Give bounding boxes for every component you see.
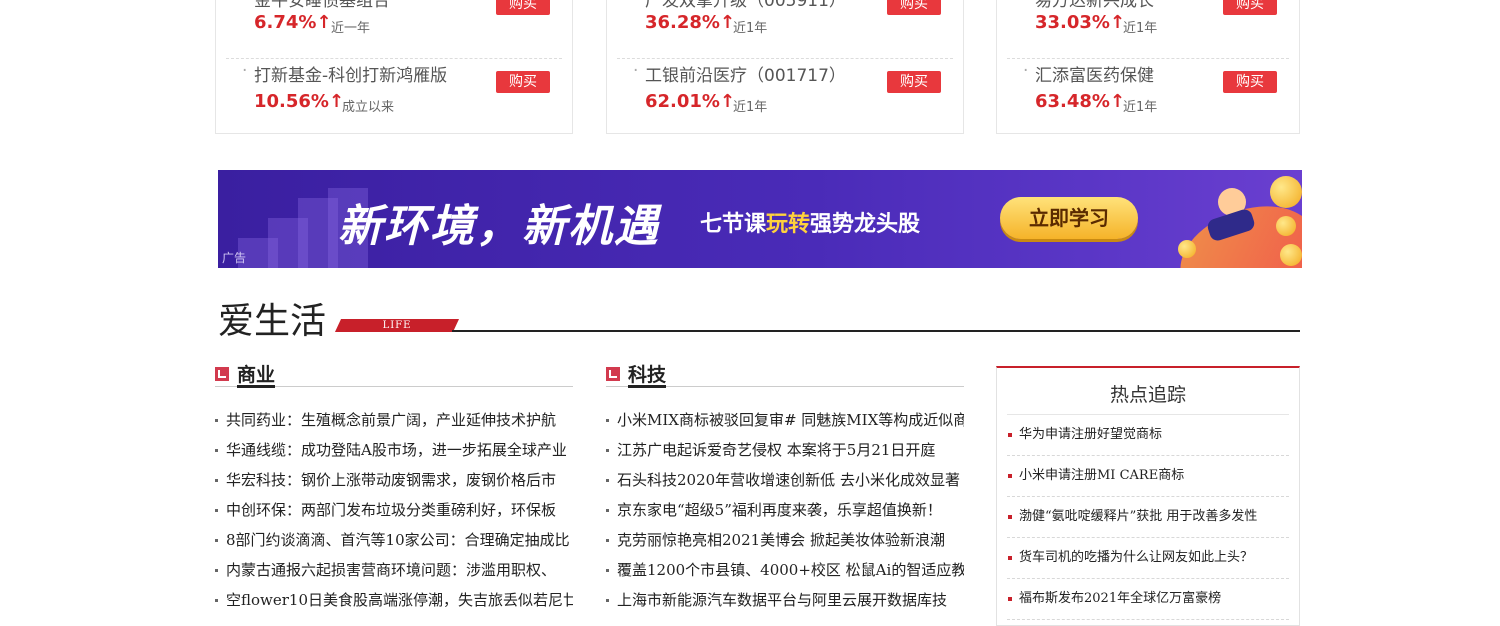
- banner-sub-post: 强势龙头股: [810, 212, 921, 237]
- banner-sub-highlight: 玩转: [766, 212, 811, 237]
- category-icon: [606, 367, 620, 381]
- buy-button[interactable]: 购买: [1223, 0, 1277, 15]
- hot-tracking-title: 热点追踪: [1109, 384, 1186, 406]
- buy-button[interactable]: 购买: [1223, 71, 1277, 93]
- fund-rate: 6.74%↑: [254, 12, 332, 33]
- fund-card-2: 广发双擎升级（005911） 36.28%↑ 近1年 购买 工银前沿医疗（001…: [606, 0, 964, 134]
- fund-rate: 10.56%↑: [254, 91, 345, 112]
- coin-icon: [1178, 240, 1196, 258]
- news-link[interactable]: 华通线缆：成功登陆A股市场，进一步拓展全球产业: [215, 435, 573, 465]
- coin-icon: [1280, 244, 1302, 266]
- hot-tracking-panel: 热点追踪 华为申请注册好望觉商标 小米申请注册MI CARE商标 渤健“氨吡啶缓…: [996, 366, 1300, 626]
- fund-item[interactable]: 打新基金-科创打新鸿雁版 10.56%↑ 成立以来 购买: [226, 58, 562, 129]
- ad-label: 广告: [222, 251, 247, 265]
- category-icon: [215, 367, 229, 381]
- news-link[interactable]: 8部门约谈滴滴、首汽等10家公司：合理确定抽成比: [215, 525, 573, 555]
- learn-now-button[interactable]: 立即学习: [1000, 197, 1138, 239]
- fund-item[interactable]: 易方达新兴成长 33.03%↑ 近1年 购买: [997, 0, 1299, 60]
- title-underline: [628, 385, 666, 388]
- hot-list: 华为申请注册好望觉商标 小米申请注册MI CARE商标 渤健“氨吡啶缓释片”获批…: [997, 415, 1299, 620]
- fund-period: 近一年: [331, 21, 371, 36]
- news-link[interactable]: 小米MIX商标被驳回复审# 同魅族MIX等构成近似商: [606, 405, 964, 435]
- column-header: 商业: [215, 360, 573, 388]
- section-tag-text: LIFE: [382, 320, 412, 331]
- news-link[interactable]: 上海市新能源汽车数据平台与阿里云展开数据库技: [606, 585, 964, 615]
- news-link[interactable]: 江苏广电起诉爱奇艺侵权 本案将于5月21日开庭: [606, 435, 964, 465]
- news-link[interactable]: 空flower10日美食股高端涨停潮，失吉旅丢似若尼廿: [215, 585, 573, 615]
- news-link[interactable]: 克劳丽惊艳亮相2021美博会 掀起美妆体验新浪潮: [606, 525, 964, 555]
- news-link[interactable]: 石头科技2020年营收增速创新低 去小米化成效显著: [606, 465, 964, 495]
- fund-card-3: 易方达新兴成长 33.03%↑ 近1年 购买 汇添富医药保健 63.48%↑ 近…: [996, 0, 1300, 134]
- news-link[interactable]: 华宏科技：钢价上涨带动废钢需求，废钢价格后市: [215, 465, 573, 495]
- fund-item[interactable]: 汇添富医药保健 63.48%↑ 近1年 购买: [1007, 58, 1289, 129]
- fund-item[interactable]: 工银前沿医疗（001717） 62.01%↑ 近1年 购买: [617, 58, 953, 129]
- fund-period: 近1年: [1123, 21, 1158, 36]
- fund-name[interactable]: 金牛安睡债基组合: [242, 0, 390, 11]
- fund-period: 成立以来: [342, 100, 395, 115]
- column-title[interactable]: 科技: [628, 360, 666, 387]
- fund-period: 近1年: [733, 21, 768, 36]
- banner-sub-pre: 七节课: [700, 212, 767, 237]
- hot-link[interactable]: 小米申请注册MI CARE商标: [1007, 456, 1289, 497]
- hot-link[interactable]: 渤健“氨吡啶缓释片”获批 用于改善多发性: [1007, 497, 1289, 538]
- column-title[interactable]: 商业: [237, 360, 275, 387]
- fund-item[interactable]: 金牛安睡债基组合 6.74%↑ 近一年 购买: [216, 0, 572, 60]
- section-divider: [452, 330, 1300, 332]
- business-column: 商业 共同药业：生殖概念前景广阔，产业延伸技术护航 华通线缆：成功登陆A股市场，…: [215, 360, 573, 615]
- fund-period: 近1年: [733, 100, 768, 115]
- fund-item[interactable]: 广发双擎升级（005911） 36.28%↑ 近1年 购买: [607, 0, 963, 60]
- section-title: 爱生活: [218, 301, 327, 342]
- fund-rate: 33.03%↑: [1035, 12, 1126, 33]
- hot-link[interactable]: 华为申请注册好望觉商标: [1007, 415, 1289, 456]
- news-list: 共同药业：生殖概念前景广阔，产业延伸技术护航 华通线缆：成功登陆A股市场，进一步…: [215, 405, 573, 615]
- news-link[interactable]: 共同药业：生殖概念前景广阔，产业延伸技术护航: [215, 405, 573, 435]
- banner-headline: 新环境，新机遇: [338, 201, 660, 252]
- coin-icon: [1270, 176, 1302, 208]
- buy-button[interactable]: 购买: [496, 0, 550, 15]
- ad-banner[interactable]: 新环境，新机遇 七节课玩转强势龙头股 立即学习 广告: [218, 170, 1302, 268]
- news-link[interactable]: 内蒙古通报六起损害营商环境问题：涉滥用职权、: [215, 555, 573, 585]
- fund-name[interactable]: 打新基金-科创打新鸿雁版: [242, 61, 447, 86]
- fund-name[interactable]: 易方达新兴成长: [1023, 0, 1154, 11]
- banner-subline: 七节课玩转强势龙头股: [700, 206, 920, 238]
- buy-button[interactable]: 购买: [496, 71, 550, 93]
- news-link[interactable]: 覆盖1200个市县镇、4000+校区 松鼠Ai的智适应教: [606, 555, 964, 585]
- fund-rate: 63.48%↑: [1035, 91, 1126, 112]
- fund-rate: 62.01%↑: [645, 91, 736, 112]
- news-list: 小米MIX商标被驳回复审# 同魅族MIX等构成近似商 江苏广电起诉爱奇艺侵权 本…: [606, 405, 964, 615]
- fund-period: 近1年: [1123, 100, 1158, 115]
- fund-name[interactable]: 广发双擎升级（005911）: [633, 0, 846, 11]
- hot-link[interactable]: 货车司机的吃播为什么让网友如此上头？: [1007, 538, 1289, 579]
- section-tag: LIFE: [334, 319, 460, 332]
- fund-rate: 36.28%↑: [645, 12, 736, 33]
- title-underline: [237, 385, 275, 388]
- fund-card-1: 金牛安睡债基组合 6.74%↑ 近一年 购买 打新基金-科创打新鸿雁版 10.5…: [215, 0, 573, 134]
- news-link[interactable]: 京东家电“超级5”福利再度来袭，乐享超值换新！: [606, 495, 964, 525]
- fund-name[interactable]: 汇添富医药保健: [1023, 61, 1154, 86]
- news-link[interactable]: 中创环保：两部门发布垃圾分类重磅利好，环保板: [215, 495, 573, 525]
- fund-name[interactable]: 工银前沿医疗（001717）: [633, 61, 846, 86]
- coin-icon: [1276, 216, 1296, 236]
- column-header: 科技: [606, 360, 964, 388]
- buy-button[interactable]: 购买: [887, 0, 941, 15]
- tech-column: 科技 小米MIX商标被驳回复审# 同魅族MIX等构成近似商 江苏广电起诉爱奇艺侵…: [606, 360, 964, 615]
- buy-button[interactable]: 购买: [887, 71, 941, 93]
